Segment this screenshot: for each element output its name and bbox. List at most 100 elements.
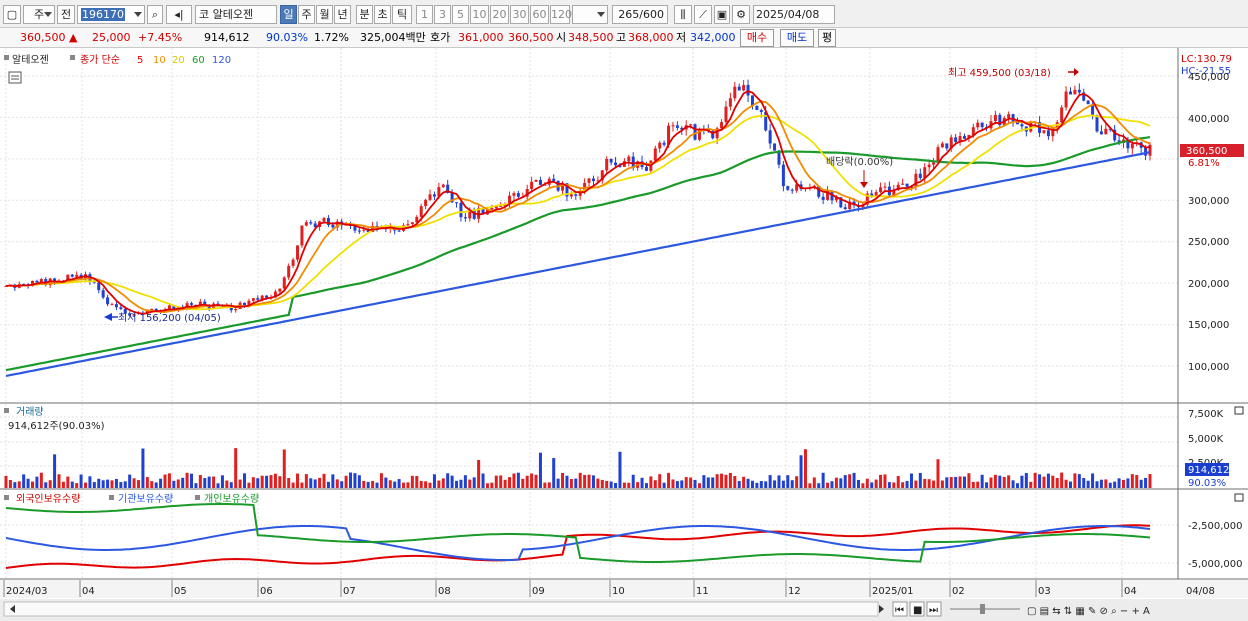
interval-10[interactable]: 10 <box>470 5 489 24</box>
date-tick: 03 <box>1038 586 1051 597</box>
volume-bar <box>39 472 43 488</box>
volume-bar <box>649 476 653 488</box>
volume-bar <box>914 480 918 488</box>
candle-body <box>591 178 595 182</box>
period-month[interactable]: 월 <box>316 5 333 24</box>
interval-dropdown[interactable] <box>572 5 608 24</box>
volume-panel-close-icon[interactable] <box>1234 406 1244 415</box>
date-input[interactable]: 2025/04/08 <box>753 5 835 24</box>
save-icon[interactable]: ▣ <box>714 5 730 24</box>
volume-bar <box>605 480 609 488</box>
speaker-icon[interactable]: ◂| <box>166 5 192 24</box>
volume-bar <box>375 482 379 488</box>
volume-bar <box>945 477 949 488</box>
candle-body <box>119 307 123 309</box>
panel-menu-icon[interactable] <box>8 71 22 84</box>
period-day[interactable]: 일 <box>280 5 297 24</box>
line-tool-icon[interactable]: ⟋ <box>694 5 712 24</box>
candle-body <box>879 187 883 193</box>
high-label: 고 <box>616 31 627 44</box>
volume-bar <box>826 482 830 488</box>
volume-bar <box>989 477 993 488</box>
volume-bar <box>167 473 171 488</box>
period-tick[interactable]: 틱 <box>392 5 412 24</box>
volume-bar <box>485 483 489 488</box>
candle-icon[interactable]: ⫼ <box>674 5 692 24</box>
volume-bar <box>163 474 167 488</box>
candle-body <box>614 162 618 166</box>
tool-icons[interactable]: ▢ ▤ ⇆ ⇅ ▦ ✎ ⊘ ⌕ − + A <box>1027 606 1150 617</box>
count-input[interactable]: 265/600 <box>612 5 668 24</box>
interval-1[interactable]: 1 <box>416 5 433 24</box>
volume-bar <box>702 475 706 488</box>
candle-body <box>755 105 759 111</box>
volume-bar <box>574 478 578 488</box>
chart-scrollbar[interactable] <box>3 601 879 617</box>
candle-body <box>1007 114 1011 118</box>
volume-tick: 7,500K <box>1188 409 1224 420</box>
volume-bar <box>84 482 88 488</box>
candle-body <box>940 143 944 148</box>
period-week[interactable]: 주 <box>298 5 315 24</box>
volume-bar <box>75 483 79 488</box>
max-price-annotation: 최고 459,500 (03/18) <box>948 67 1051 79</box>
interval-120[interactable]: 120 <box>550 5 572 24</box>
market-select[interactable]: 주 <box>23 5 55 24</box>
volume-bar <box>644 483 648 488</box>
volume-bar <box>13 482 17 488</box>
volume-bar <box>137 480 141 488</box>
volume-bar <box>1104 479 1108 488</box>
window-icon[interactable]: ▢ <box>3 5 21 24</box>
period-year[interactable]: 년 <box>334 5 351 24</box>
volume-bar <box>1064 479 1068 488</box>
interval-5[interactable]: 5 <box>452 5 469 24</box>
volume-bar <box>499 475 503 488</box>
eval-button[interactable]: 평 <box>818 29 836 47</box>
period-second[interactable]: 초 <box>374 5 391 24</box>
volume-bar <box>450 475 454 488</box>
interval-30[interactable]: 30 <box>510 5 529 24</box>
volume-bar <box>490 482 494 488</box>
date-tick: 11 <box>696 586 709 597</box>
sell-button[interactable]: 매도 <box>780 29 814 47</box>
low-price: 342,000 <box>690 31 736 44</box>
period-minute[interactable]: 분 <box>356 5 373 24</box>
volume-bar <box>256 478 260 488</box>
stock-chart[interactable]: 알테오젠 종가 단순 5 10 20 60 120 LC:130.79 HC:-… <box>0 48 1248 621</box>
interval-3[interactable]: 3 <box>434 5 451 24</box>
volume-bar <box>207 476 211 488</box>
ma20-label: 20 <box>172 55 185 66</box>
candle-body <box>357 230 361 232</box>
volume-bar <box>923 478 927 488</box>
volume-bar <box>795 476 799 488</box>
candle-body <box>70 274 74 277</box>
candle-body <box>1144 147 1148 156</box>
candle-body <box>243 302 247 306</box>
volume-bar <box>671 479 675 488</box>
prev-button[interactable]: 전 <box>57 5 75 24</box>
interval-60[interactable]: 60 <box>530 5 549 24</box>
price-tick: 250,000 <box>1188 237 1229 248</box>
volume-bar <box>1148 474 1152 488</box>
volume-bar <box>344 475 348 488</box>
holdings-panel-close-icon[interactable] <box>1234 493 1244 502</box>
buy-button[interactable]: 매수 <box>740 29 774 47</box>
volume-bar <box>1038 474 1042 488</box>
gear-icon[interactable]: ⚙ <box>732 5 750 24</box>
volume-bar <box>220 475 224 488</box>
volume-bar <box>538 452 542 488</box>
candle-body <box>530 181 534 189</box>
volume-bar <box>706 477 710 488</box>
stock-code-input[interactable]: 196170 <box>77 5 145 24</box>
volume-bar <box>887 482 891 488</box>
search-icon[interactable]: ⌕ <box>147 5 163 24</box>
candle-body <box>932 162 936 165</box>
volume-bar <box>755 482 759 488</box>
volume-bar <box>534 474 538 488</box>
volume-bar <box>618 451 622 488</box>
candle-body <box>410 222 414 225</box>
stock-name-box[interactable]: 코 알테오젠 <box>195 5 277 24</box>
volume-bar <box>1117 478 1121 488</box>
interval-20[interactable]: 20 <box>490 5 509 24</box>
volume-bar <box>384 477 388 488</box>
